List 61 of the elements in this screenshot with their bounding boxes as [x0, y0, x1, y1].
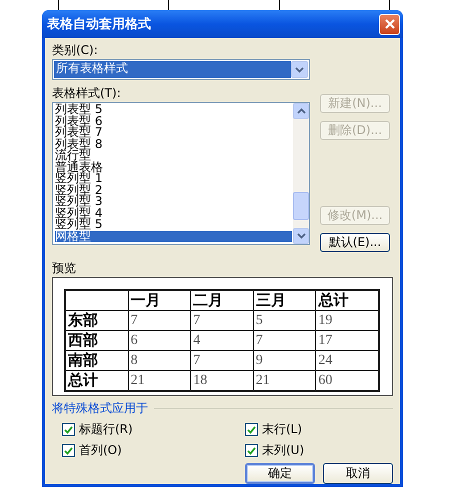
dropdown-button[interactable]	[291, 61, 308, 78]
list-item[interactable]: 列表型 6	[55, 116, 292, 127]
table-cell: 7	[190, 350, 254, 370]
checkbox[interactable]	[245, 423, 258, 436]
check-icon	[64, 426, 73, 434]
list-item[interactable]: 列表型 7	[55, 127, 292, 138]
table-header: 三月	[253, 290, 316, 310]
table-cell: 21	[128, 370, 191, 391]
table-cell: 8	[128, 350, 191, 370]
styles-label: 表格样式(T):	[52, 86, 122, 101]
row-header: 南部	[65, 350, 128, 370]
chevron-up-icon	[296, 108, 306, 114]
table-header: 总计	[316, 290, 379, 310]
list-item[interactable]: 列表型 8	[55, 138, 292, 150]
category-label: 类别(C):	[52, 43, 99, 58]
preview-label: 预览	[52, 261, 77, 276]
checkbox[interactable]	[62, 423, 75, 436]
row-header: 东部	[65, 310, 128, 330]
list-item[interactable]: 竖列型 1	[55, 173, 292, 184]
check-icon	[247, 426, 256, 434]
table-cell: 7	[253, 330, 316, 350]
chevron-down-icon	[296, 233, 306, 239]
table-cell: 4	[190, 330, 254, 350]
table-cell: 21	[253, 370, 316, 391]
check-icon	[64, 446, 73, 454]
checkbox-option[interactable]: 末行(L)	[245, 421, 393, 438]
checkbox-option[interactable]: 标题行(R)	[62, 421, 245, 438]
chevron-down-icon	[295, 66, 304, 72]
checkbox-option[interactable]: 首列(O)	[62, 442, 245, 459]
window-title: 表格自动套用格式	[47, 16, 151, 33]
checkbox[interactable]	[245, 444, 258, 457]
scroll-thumb[interactable]	[293, 192, 309, 220]
category-dropdown[interactable]: 所有表格样式	[52, 59, 310, 80]
list-item[interactable]: 竖列型 5	[55, 219, 292, 230]
dialog-button[interactable]: 取消	[323, 463, 393, 484]
checkbox-option[interactable]: 末列(U)	[245, 442, 393, 459]
dialog-button[interactable]: 确定	[245, 463, 315, 484]
side-button[interactable]: 默认(E)...	[320, 233, 390, 252]
close-button[interactable]	[379, 14, 400, 34]
list-item[interactable]: 竖列型 4	[55, 208, 292, 219]
scroll-up-button[interactable]	[293, 103, 309, 119]
close-icon	[384, 18, 396, 30]
list-item[interactable]: 竖列型 3	[55, 196, 292, 208]
table-header: 二月	[190, 290, 254, 310]
table-cell: 9	[253, 350, 316, 370]
scrollbar[interactable]	[293, 103, 309, 244]
row-header: 西部	[65, 330, 128, 350]
checkbox[interactable]	[62, 444, 75, 457]
scroll-down-button[interactable]	[293, 228, 309, 244]
table-header: 一月	[128, 290, 191, 310]
list-item[interactable]: 流行型	[55, 150, 292, 162]
list-item[interactable]: 普通表格	[55, 162, 292, 173]
row-header: 总计	[65, 370, 128, 391]
group-label: 将特殊格式应用于	[52, 400, 148, 417]
table-cell: 5	[253, 310, 316, 330]
list-item[interactable]: 竖列型 2	[55, 184, 292, 196]
table-cell: 6	[128, 330, 191, 350]
table-cell: 7	[190, 310, 254, 330]
list-item[interactable]: 列表型 5	[55, 104, 292, 116]
table-cell: 7	[128, 310, 191, 330]
check-icon	[247, 446, 256, 454]
